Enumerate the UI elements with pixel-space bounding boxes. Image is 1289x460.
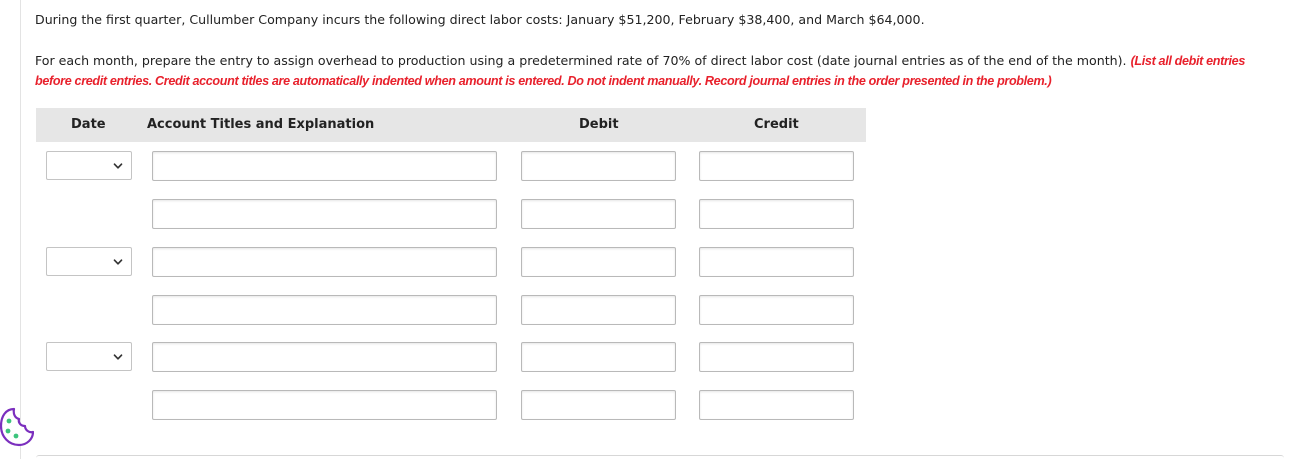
journal-row <box>0 247 1289 278</box>
journal-row <box>0 295 1289 326</box>
account-title-input[interactable] <box>152 342 497 372</box>
credit-amount-input[interactable] <box>699 247 854 277</box>
debit-amount-input[interactable] <box>521 342 676 372</box>
chevron-down-icon <box>113 259 123 265</box>
journal-row <box>0 151 1289 182</box>
next-section-edge <box>36 455 1284 460</box>
debit-amount-input[interactable] <box>521 199 676 229</box>
account-title-input[interactable] <box>152 199 497 229</box>
header-account-titles: Account Titles and Explanation <box>147 117 375 132</box>
account-title-input[interactable] <box>152 247 497 277</box>
header-debit: Debit <box>579 117 619 132</box>
journal-table-header: Date Account Titles and Explanation Debi… <box>36 108 866 142</box>
debit-amount-input[interactable] <box>521 295 676 325</box>
instruction-text: For each month, prepare the entry to ass… <box>35 53 1127 68</box>
account-title-input[interactable] <box>152 151 497 181</box>
debit-amount-input[interactable] <box>521 151 676 181</box>
header-date: Date <box>71 117 106 132</box>
credit-amount-input[interactable] <box>699 342 854 372</box>
credit-amount-input[interactable] <box>699 151 854 181</box>
credit-amount-input[interactable] <box>699 199 854 229</box>
credit-amount-input[interactable] <box>699 390 854 420</box>
journal-row <box>0 342 1289 373</box>
chevron-down-icon <box>113 354 123 360</box>
problem-instruction: For each month, prepare the entry to ass… <box>35 51 1275 91</box>
problem-intro: During the first quarter, Cullumber Comp… <box>35 12 925 27</box>
journal-row <box>0 199 1289 230</box>
debit-amount-input[interactable] <box>521 390 676 420</box>
chevron-down-icon <box>113 163 123 169</box>
credit-amount-input[interactable] <box>699 295 854 325</box>
cookie-icon[interactable] <box>0 405 34 449</box>
header-credit: Credit <box>754 117 799 132</box>
journal-row <box>0 390 1289 421</box>
account-title-input[interactable] <box>152 390 497 420</box>
debit-amount-input[interactable] <box>521 247 676 277</box>
account-title-input[interactable] <box>152 295 497 325</box>
